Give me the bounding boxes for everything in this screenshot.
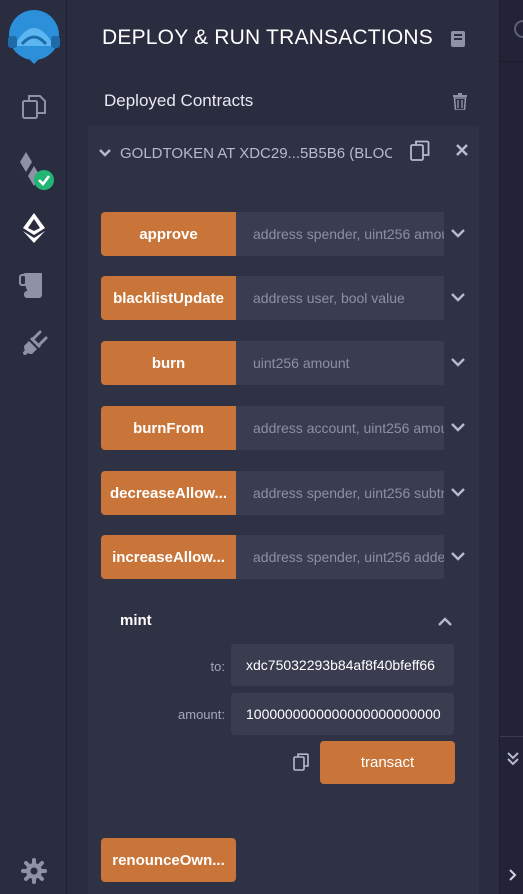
chevron-right-icon[interactable] — [508, 868, 518, 887]
chevron-down-icon[interactable] — [450, 549, 466, 567]
mint-to-input[interactable]: xdc75032293b84af8f40bfeff66 — [231, 644, 454, 686]
blacklistUpdate-args-input[interactable]: address user, bool value — [236, 276, 444, 320]
burn-args-input[interactable]: uint256 amount — [236, 341, 444, 385]
remix-ide: DEPLOY & RUN TRANSACTIONS Deployed Contr… — [0, 0, 523, 894]
increaseAllowance-button[interactable]: increaseAllow... — [101, 535, 236, 579]
debugger-icon[interactable] — [0, 270, 67, 302]
mint-function-label: mint — [120, 612, 152, 629]
chevron-down-icon[interactable] — [450, 485, 466, 503]
divider — [500, 736, 523, 737]
deployed-contracts-heading: Deployed Contracts — [104, 91, 254, 110]
blacklistUpdate-button[interactable]: blacklistUpdate — [101, 276, 236, 320]
remix-logo-icon[interactable] — [0, 6, 67, 66]
function-row-approve: approve address spender, uint256 amount — [101, 212, 471, 256]
editor-tab-strip — [500, 0, 523, 62]
approve-button[interactable]: approve — [101, 212, 236, 256]
close-icon[interactable] — [455, 143, 469, 162]
burn-button[interactable]: burn — [101, 341, 236, 385]
documentation-icon[interactable] — [450, 30, 466, 53]
settings-icon[interactable] — [0, 856, 67, 886]
contract-name: GOLDTOKEN AT XDC29...5B5B6 (BLOCKCHAIN) — [120, 145, 392, 162]
function-row-burn: burn uint256 amount — [101, 341, 471, 385]
file-explorer-icon[interactable] — [0, 92, 67, 122]
deploy-run-icon[interactable] — [0, 210, 67, 246]
function-row-renounceOwnership: renounceOwn... — [101, 838, 471, 882]
trash-icon[interactable] — [453, 93, 467, 115]
function-row-burnFrom: burnFrom address account, uint256 amount — [101, 406, 471, 450]
double-chevron-down-icon[interactable] — [506, 751, 520, 772]
chevron-down-icon[interactable] — [450, 355, 466, 373]
mint-amount-input[interactable]: 1000000000000000000000000 — [231, 693, 454, 735]
chevron-down-icon[interactable] — [450, 420, 466, 438]
contract-header[interactable]: GOLDTOKEN AT XDC29...5B5B6 (BLOCKCHAIN) — [88, 126, 479, 178]
solidity-compiler-icon[interactable] — [0, 148, 67, 192]
burnFrom-args-input[interactable]: address account, uint256 amount — [236, 406, 444, 450]
editor-tab-icon[interactable] — [514, 20, 523, 38]
plugin-manager-icon[interactable] — [0, 328, 67, 360]
chevron-down-icon[interactable] — [98, 145, 112, 163]
approve-args-input[interactable]: address spender, uint256 amount — [236, 212, 444, 256]
function-row-increaseAllowance: increaseAllow... address spender, uint25… — [101, 535, 471, 579]
deploy-run-panel: DEPLOY & RUN TRANSACTIONS Deployed Contr… — [67, 0, 499, 894]
copy-calldata-icon[interactable] — [293, 753, 309, 776]
copy-icon[interactable] — [410, 140, 430, 167]
icon-rail — [0, 0, 67, 894]
chevron-down-icon[interactable] — [450, 290, 466, 308]
to-param-label: to: — [210, 659, 225, 674]
function-row-decreaseAllowance: decreaseAllow... address spender, uint25… — [101, 471, 471, 515]
decreaseAllowance-button[interactable]: decreaseAllow... — [101, 471, 236, 515]
deployed-contract-card: GOLDTOKEN AT XDC29...5B5B6 (BLOCKCHAIN) … — [88, 126, 479, 894]
transact-button[interactable]: transact — [320, 741, 455, 784]
panel-title: DEPLOY & RUN TRANSACTIONS — [102, 26, 433, 49]
chevron-down-icon[interactable] — [450, 226, 466, 244]
amount-param-label: amount: — [178, 707, 225, 722]
function-row-blacklistUpdate: blacklistUpdate address user, bool value — [101, 276, 471, 320]
increaseAllowance-args-input[interactable]: address spender, uint256 addedValue — [236, 535, 444, 579]
burnFrom-button[interactable]: burnFrom — [101, 406, 236, 450]
decreaseAllowance-args-input[interactable]: address spender, uint256 subtractedValue — [236, 471, 444, 515]
renounceOwnership-button[interactable]: renounceOwn... — [101, 838, 236, 882]
editor-edge — [499, 0, 523, 894]
chevron-up-icon[interactable] — [437, 615, 453, 633]
